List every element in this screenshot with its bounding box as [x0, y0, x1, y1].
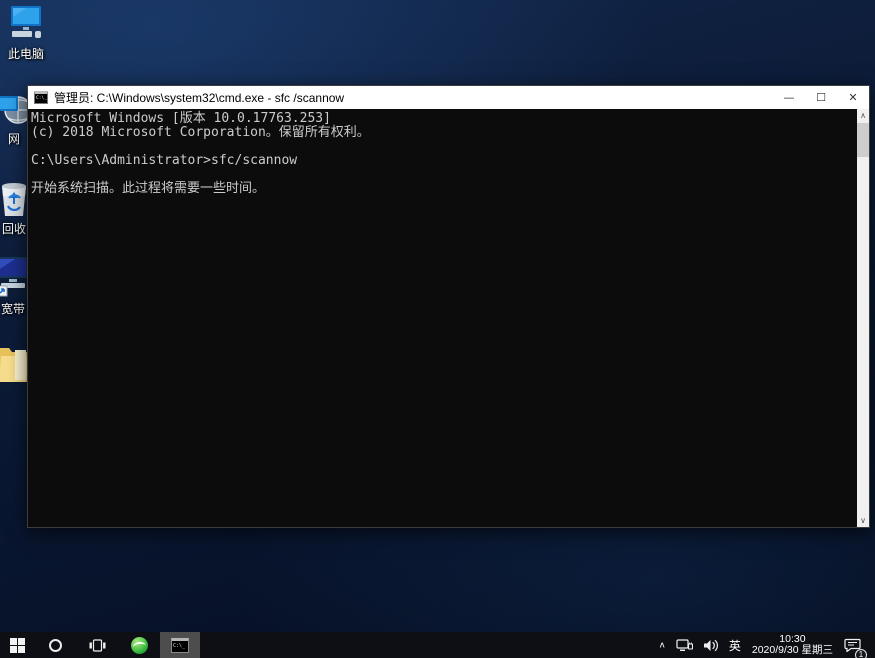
- system-tray: ∧ 英 10:30 2020/9/30 星期三: [654, 632, 875, 658]
- window-title: 管理员: C:\Windows\system32\cmd.exe - sfc /…: [54, 89, 344, 106]
- start-button[interactable]: [0, 632, 34, 658]
- notification-count-badge: 1: [855, 649, 867, 658]
- taskbar: C:\_ ∧ 英 10:30 2020/9/30: [0, 632, 875, 658]
- clock-date: 2020/9/30 星期三: [752, 645, 833, 656]
- cmd-window-icon: C:\_: [34, 91, 48, 104]
- cortana-search-button[interactable]: [34, 632, 76, 658]
- cmd-taskbar-icon: C:\_: [171, 638, 189, 653]
- minimize-button[interactable]: —: [773, 86, 805, 109]
- network-tray-button[interactable]: [671, 632, 698, 658]
- window-titlebar[interactable]: C:\_ 管理员: C:\Windows\system32\cmd.exe - …: [28, 86, 869, 109]
- window-controls: — ☐ ✕: [773, 86, 869, 109]
- close-button[interactable]: ✕: [837, 86, 869, 109]
- ime-language-button[interactable]: 英: [724, 632, 746, 658]
- clock[interactable]: 10:30 2020/9/30 星期三: [746, 634, 839, 656]
- task-view-icon: [89, 639, 106, 652]
- scrollbar-thumb[interactable]: [857, 123, 869, 157]
- speaker-icon: [703, 639, 719, 652]
- this-pc-icon: [6, 5, 46, 43]
- ethernet-icon: [676, 639, 693, 652]
- desktop-icon-label: 网: [8, 130, 20, 147]
- desktop-icon-this-pc[interactable]: 此电脑: [0, 5, 52, 62]
- action-center-button[interactable]: 1: [839, 632, 869, 658]
- maximize-button[interactable]: ☐: [805, 86, 837, 109]
- desktop-wallpaper: 此电脑 网 回收 宽带: [0, 0, 875, 658]
- desktop-icon-label: 此电脑: [8, 45, 44, 62]
- scroll-down-icon[interactable]: ∨: [857, 514, 869, 527]
- show-hidden-icons-chevron[interactable]: ∧: [654, 634, 671, 656]
- cmd-window: C:\_ 管理员: C:\Windows\system32\cmd.exe - …: [27, 85, 870, 528]
- task-view-button[interactable]: [76, 632, 118, 658]
- console-scrollbar[interactable]: ∧ ∨: [857, 109, 869, 527]
- desktop-icon-label: 宽带: [1, 300, 25, 317]
- scroll-up-icon[interactable]: ∧: [857, 109, 869, 122]
- console-text: Microsoft Windows [版本 10.0.17763.253] (c…: [28, 109, 857, 196]
- green-browser-icon: [131, 637, 148, 654]
- taskbar-cmd-button-active[interactable]: C:\_: [160, 632, 200, 658]
- green-browser-button[interactable]: [118, 632, 160, 658]
- cortana-circle-icon: [49, 639, 62, 652]
- desktop-icon-label: 回收: [2, 220, 26, 237]
- windows-logo-icon: [10, 638, 25, 653]
- volume-tray-button[interactable]: [698, 632, 724, 658]
- console-output-area[interactable]: Microsoft Windows [版本 10.0.17763.253] (c…: [28, 109, 857, 527]
